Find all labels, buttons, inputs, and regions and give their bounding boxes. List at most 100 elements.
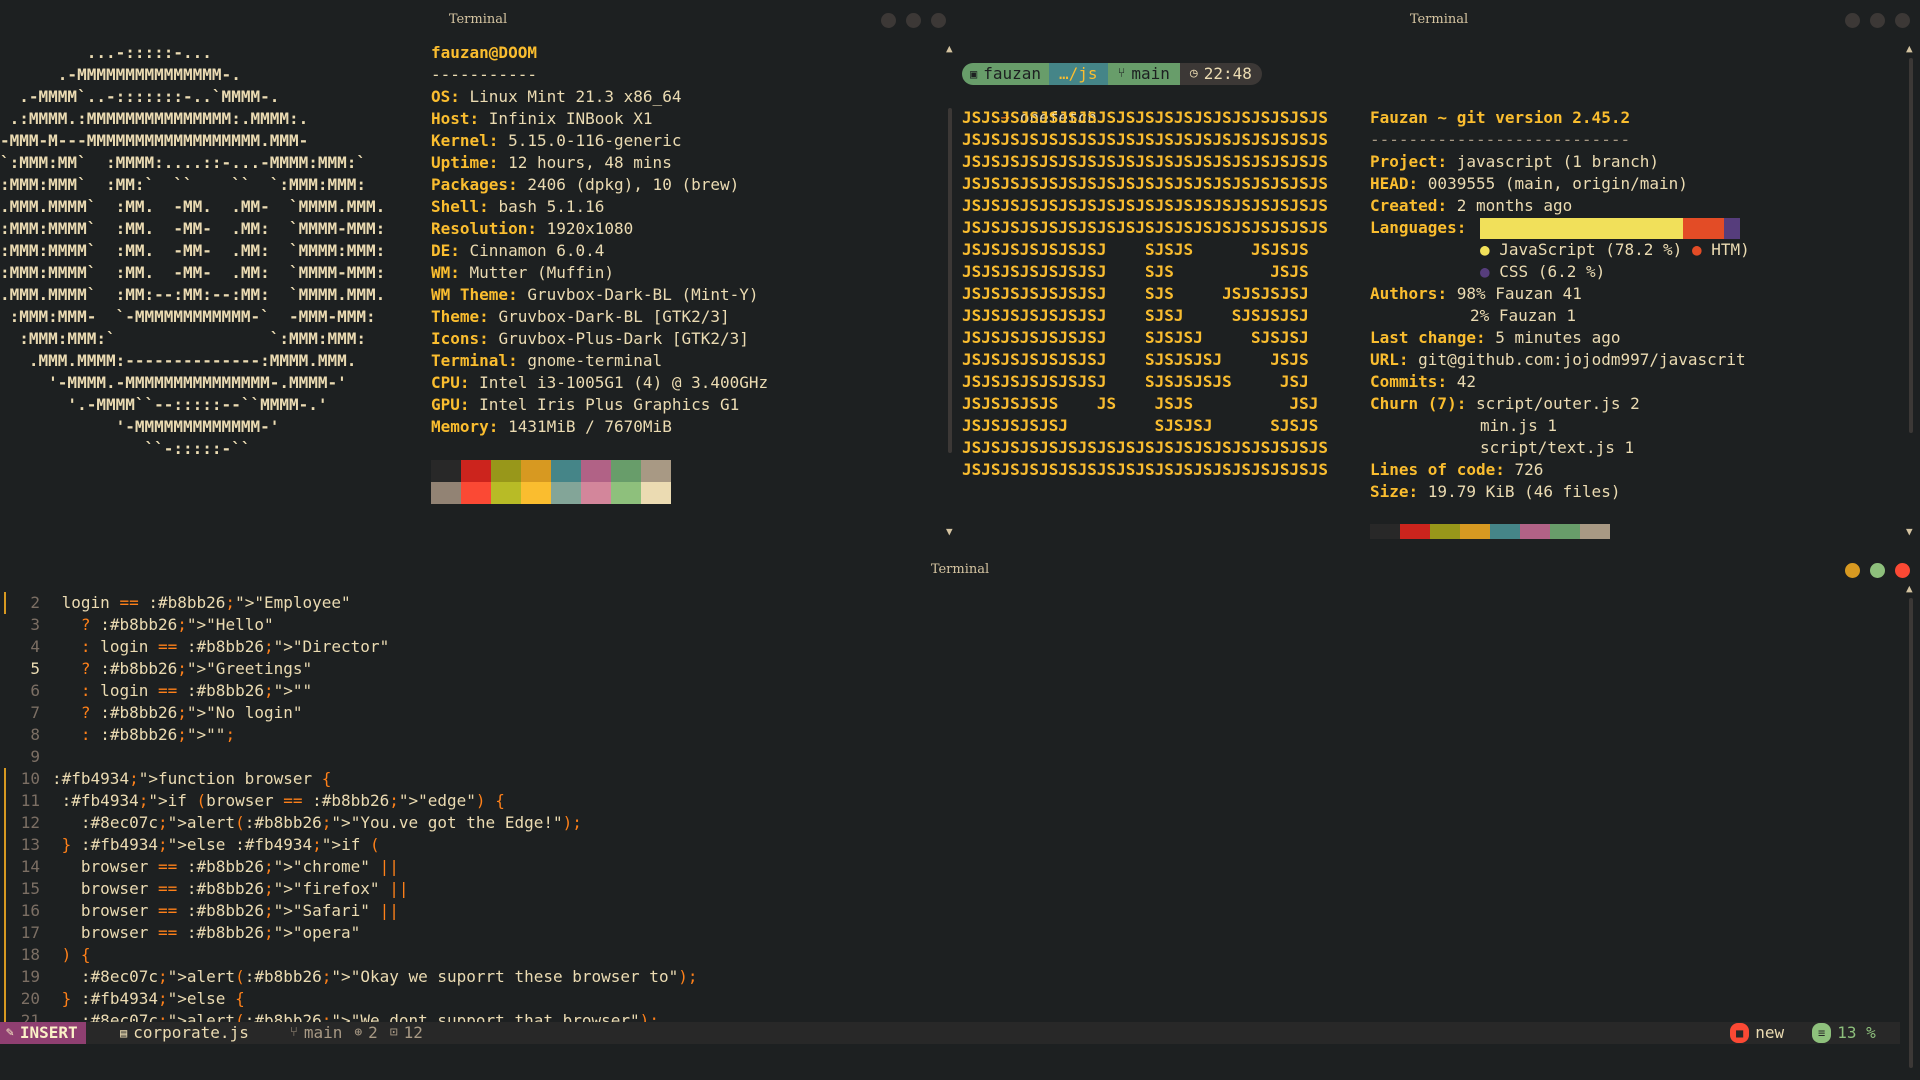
info-value: Intel Iris Plus Graphics G1	[479, 395, 740, 414]
commits-label: Commits	[1370, 372, 1438, 391]
css-dot-icon: ●	[1480, 262, 1490, 281]
buffer-state: new	[1755, 1023, 1785, 1042]
info-row: Uptime: 12 hours, 48 mins	[431, 153, 672, 172]
git-branch-icon: ⑂	[1117, 66, 1126, 81]
maximize-button[interactable]	[1870, 563, 1885, 578]
color-swatch	[641, 482, 671, 504]
ascii-line: ...-:::::-...	[0, 43, 212, 62]
separator: -----------	[431, 65, 537, 84]
color-swatch	[1430, 524, 1460, 539]
info-row: CPU: Intel i3-1005G1 (4) @ 3.400GHz	[431, 373, 769, 392]
author-1: 98% Fauzan 41	[1456, 284, 1582, 303]
head-label: HEAD	[1370, 174, 1409, 193]
last-change-label: Last change	[1370, 328, 1476, 347]
info-row: Memory: 1431MiB / 7670MiB	[431, 417, 672, 436]
terminal-icon: ▣	[970, 67, 978, 81]
close-button[interactable]	[1895, 13, 1910, 28]
line-number: 14	[20, 857, 40, 876]
color-swatch	[521, 482, 551, 504]
prompt-user: fauzan	[983, 64, 1042, 83]
authors-row: Authors: 98% Fauzan 41	[1370, 284, 1582, 303]
info-row: Resolution: 1920x1080	[431, 219, 634, 238]
git-change-marker	[4, 900, 6, 922]
ascii-line: JSJSJSJSJSJSJSJ SJSJSJ SJSJSJ	[962, 328, 1309, 347]
maximize-button[interactable]	[1870, 13, 1885, 28]
code-line: 2 login == :#b8bb26;">"Employee"	[0, 592, 1900, 614]
ascii-line: .-MMMM`..-:::::::-..`MMMM-.	[0, 87, 280, 106]
color-swatch	[1490, 524, 1520, 539]
scroll-up-arrow[interactable]: ▲	[1906, 42, 1913, 55]
ascii-line: JSJSJSJSJSJ SJSJSJ SJSJS	[962, 416, 1319, 435]
project-row: Project: javascript (1 branch)	[1370, 152, 1659, 171]
prompt-branch-segment: ⑂ main	[1107, 63, 1180, 85]
scroll-up-arrow[interactable]: ▲	[1906, 582, 1913, 595]
author-2: 2% Fauzan 1	[1470, 306, 1576, 325]
ascii-line: JSJSJSJSJSJSJSJSJSJSJSJSJSJSJSJSJSJSJS	[962, 460, 1329, 479]
ascii-line: JSJSJSJSJSJSJSJSJSJSJSJSJSJSJSJSJSJSJS	[962, 174, 1329, 193]
info-value: 12 hours, 48 mins	[508, 153, 672, 172]
url-row: URL: git@github.com:jojodm997/javascrit	[1370, 350, 1746, 369]
code-line: 5 ? :#b8bb26;">"Greetings"	[0, 658, 1900, 680]
color-swatch	[521, 460, 551, 482]
window-controls	[881, 13, 946, 28]
ascii-line: JSJSJSJSJSJSJSJSJSJSJSJSJSJSJSJSJSJSJS	[962, 108, 1329, 127]
ascii-line: .MMM.MMMM` :MM. -MM. .MM- `MMMM.MMM.	[0, 197, 386, 216]
close-button[interactable]	[931, 13, 946, 28]
churn-1: script/outer.js 2	[1475, 394, 1640, 413]
info-row: Theme: Gruvbox-Dark-BL [GTK2/3]	[431, 307, 730, 326]
file-icon: ▤	[120, 1026, 128, 1040]
project-label: Project	[1370, 152, 1438, 171]
head-value: 0039555 (main, origin/main)	[1427, 174, 1688, 193]
info-value: 1431MiB / 7670MiB	[508, 417, 672, 436]
mode-indicator: ✎ INSERT	[0, 1022, 86, 1044]
percent-segment: ≡ 13 %	[1812, 1022, 1876, 1044]
created-row: Created: 2 months ago	[1370, 196, 1573, 215]
scroll-percent: 13 %	[1837, 1023, 1876, 1042]
loc-row: Lines of code: 726	[1370, 460, 1544, 479]
lang-javascript: JavaScript (78.2 %)	[1499, 240, 1683, 259]
ascii-line: JSJSJSJSJSJSJSJ SJS JSJS	[962, 262, 1309, 281]
code-text: :#8ec07c;">alert(:#b8bb26;">"You.ve got …	[80, 813, 582, 832]
scroll-down-arrow[interactable]: ▼	[946, 525, 953, 538]
color-swatch	[1400, 524, 1430, 539]
code-text: } :#fb4934;">else {	[61, 989, 245, 1008]
code-line: 14 browser == :#b8bb26;">"chrome" ||	[0, 856, 1900, 878]
scrollbar[interactable]	[1909, 598, 1913, 1068]
info-row: Icons: Gruvbox-Plus-Dark [GTK2/3]	[431, 329, 749, 348]
languages-label: Languages	[1370, 218, 1457, 237]
document-icon: ≡	[1812, 1023, 1832, 1043]
ascii-line: JSJSJSJSJSJSJSJSJSJSJSJSJSJSJSJSJSJSJS	[962, 438, 1329, 457]
minimize-button[interactable]	[1845, 563, 1860, 578]
color-swatch	[491, 482, 521, 504]
color-swatch	[611, 460, 641, 482]
color-swatch	[1370, 524, 1400, 539]
ascii-line: JSJSJSJSJSJSJSJ SJSJ SJSJSJSJ	[962, 306, 1309, 325]
color-swatch	[581, 460, 611, 482]
close-button[interactable]	[1895, 563, 1910, 578]
git-change-marker	[4, 944, 6, 966]
minimize-button[interactable]	[881, 13, 896, 28]
info-label: Kernel	[431, 131, 489, 150]
ascii-line: '-MMMMMMMMMMMMM-'	[0, 417, 280, 436]
scroll-down-arrow[interactable]: ▼	[1906, 525, 1913, 538]
line-number: 18	[20, 945, 40, 964]
ascii-line: :MMM:MMMM` :MM. -MM- .MM: `MMMM-MMM:	[0, 263, 386, 282]
color-swatch	[641, 460, 671, 482]
info-value: 1920x1080	[546, 219, 634, 238]
code-area[interactable]: 2 login == :#b8bb26;">"Employee" 3 ? :#b8…	[0, 580, 1900, 1032]
commits-row: Commits: 42	[1370, 372, 1476, 391]
code-text: ? :#b8bb26;">"No login"	[80, 703, 303, 722]
scrollbar[interactable]	[1909, 58, 1913, 433]
code-line: 18 ) {	[0, 944, 1900, 966]
url-label: URL	[1370, 350, 1399, 369]
code-line: 15 browser == :#b8bb26;">"firefox" ||	[0, 878, 1900, 900]
ascii-line: :MMM:MMM- `-MMMMMMMMMMMM-` -MMM-MMM:	[0, 307, 376, 326]
code-text: :#8ec07c;">alert(:#b8bb26;">"Okay we sup…	[80, 967, 698, 986]
changes-icon: ⊕	[354, 1025, 363, 1040]
ascii-line: .MMM.MMMM` :MM:--:MM:--:MM: `MMMM.MMM.	[0, 285, 386, 304]
scrollbar[interactable]	[948, 108, 952, 453]
scroll-up-arrow[interactable]: ▲	[946, 42, 953, 55]
minimize-button[interactable]	[1845, 13, 1860, 28]
languages-row: Languages:	[1370, 218, 1467, 237]
maximize-button[interactable]	[906, 13, 921, 28]
